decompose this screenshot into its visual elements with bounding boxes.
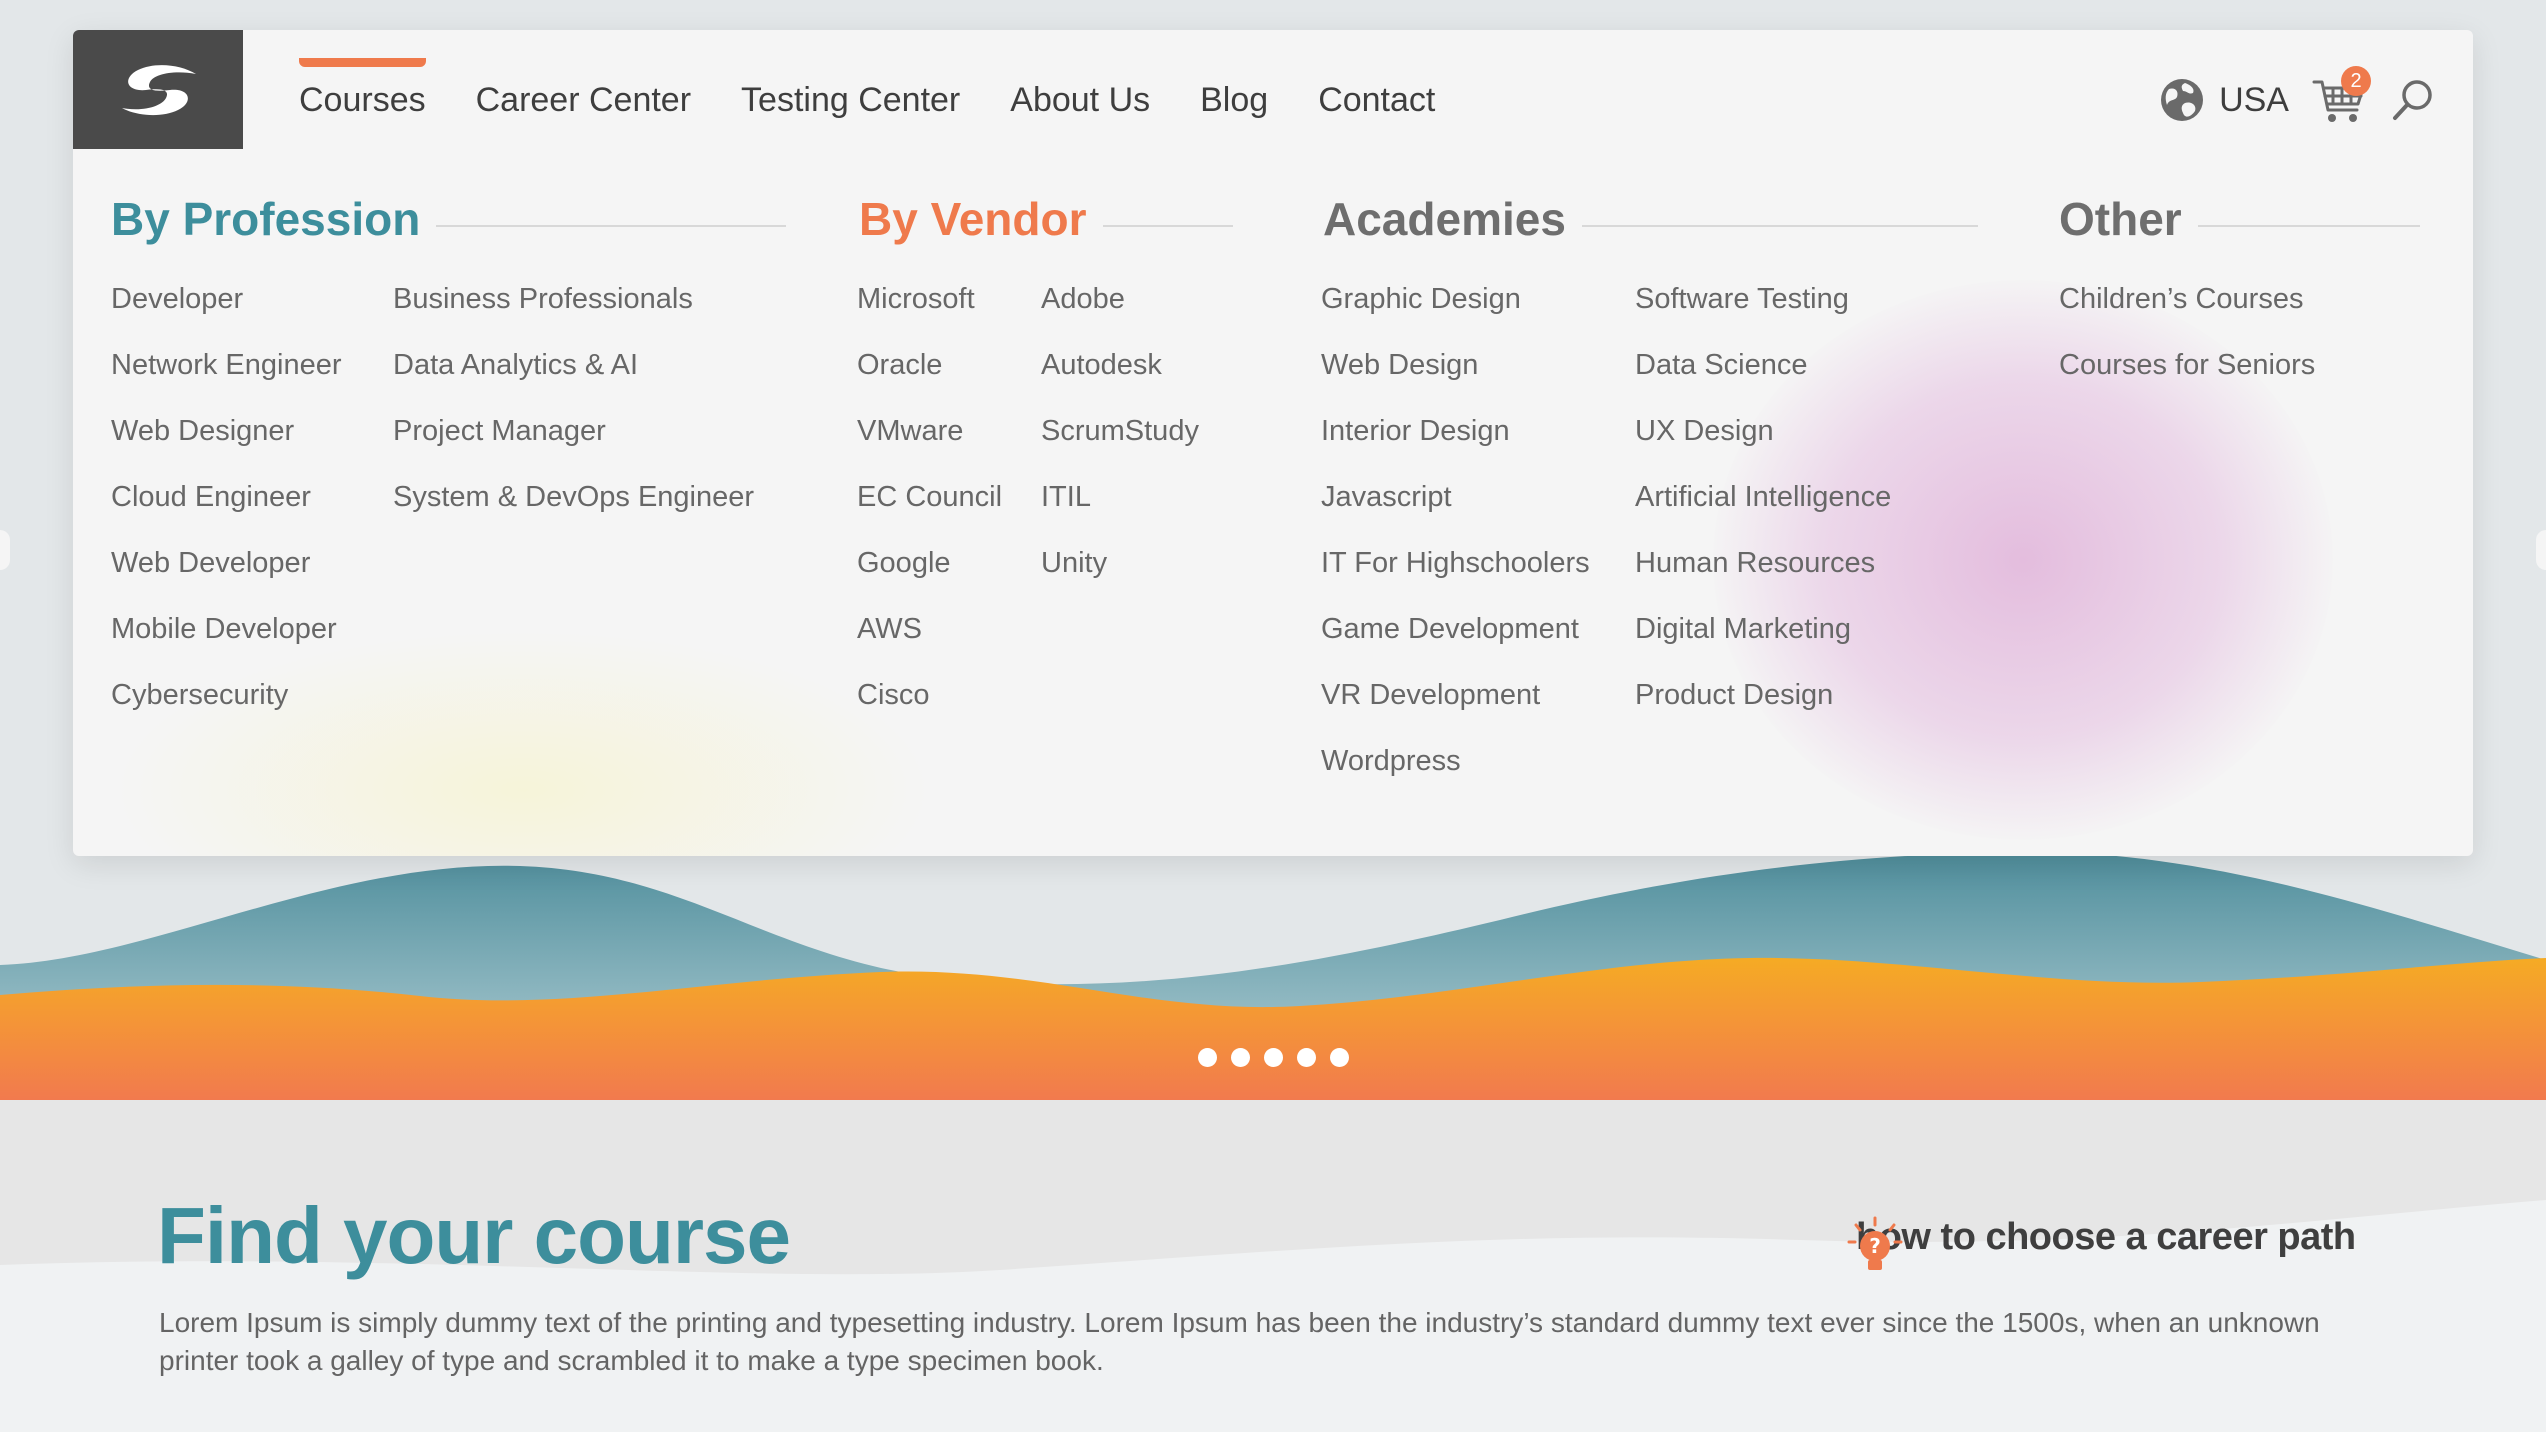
carousel-dot[interactable] [1296,1048,1316,1067]
menu-link[interactable]: Mobile Developer [111,608,342,674]
header-tools: USA 2 [2159,66,2437,132]
menu-link[interactable]: Cybersecurity [111,674,342,740]
academies-header: Academies [1323,192,1978,246]
carousel-dot[interactable] [1197,1048,1217,1067]
nav-courses[interactable]: Courses [299,58,426,130]
vendor-list-2: Adobe Autodesk ScrumStudy ITIL Unity [1041,278,1199,608]
menu-link[interactable]: Product Design [1635,674,1891,740]
other-heading: Other [2059,193,2182,245]
menu-link[interactable]: Network Engineer [111,344,342,410]
carousel-dot[interactable] [1230,1048,1250,1067]
nav-contact[interactable]: Contact [1318,70,1435,130]
career-path-label: how to choose a career path [1856,1216,2356,1258]
academies-list-2: Software Testing Data Science UX Design … [1635,278,1891,740]
logo-icon [122,64,196,115]
region-selector[interactable]: USA [2159,77,2289,123]
carousel-next-button[interactable] [2536,530,2546,570]
other-header: Other [2059,192,2420,246]
find-course-description: Lorem Ipsum is simply dummy text of the … [159,1307,2320,1376]
menu-link[interactable]: Project Manager [393,410,754,476]
menu-link[interactable]: Javascript [1321,476,1590,542]
menu-link[interactable]: Data Analytics & AI [393,344,754,410]
menu-link[interactable]: Web Developer [111,542,342,608]
search-icon [2393,80,2432,120]
heading-divider [1581,225,1978,227]
menu-link[interactable]: Digital Marketing [1635,608,1891,674]
svg-text:?: ? [1869,1234,1881,1258]
profession-header: By Profession [111,192,787,246]
academies-list-1: Graphic Design Web Design Interior Desig… [1321,278,1590,806]
menu-link[interactable]: Wordpress [1321,740,1590,806]
menu-link[interactable]: Google [857,542,1002,608]
menu-link[interactable]: Cloud Engineer [111,476,342,542]
profession-list-2: Business Professionals Data Analytics & … [393,278,754,542]
nav-testing-center[interactable]: Testing Center [741,70,960,130]
carousel-dots [0,1048,2546,1067]
carousel-dot[interactable] [1329,1048,1349,1067]
profession-list-1: Developer Network Engineer Web Designer … [111,278,342,740]
globe-icon [2161,79,2204,121]
menu-link[interactable]: Microsoft [857,278,1002,344]
menu-link[interactable]: Software Testing [1635,278,1891,344]
career-path-link[interactable]: ? how to choose a career path [1846,1216,2356,1270]
find-course-title: Find your course [157,1191,791,1280]
menu-link[interactable]: Unity [1041,542,1199,608]
nav-about-us[interactable]: About Us [1010,70,1150,130]
menu-link[interactable]: VMware [857,410,1002,476]
menu-link[interactable]: Web Design [1321,344,1590,410]
menu-link[interactable]: Web Designer [111,410,342,476]
menu-link[interactable]: EC Council [857,476,1002,542]
find-course-section: Find your course ? how to choose a caree… [0,1100,2546,1432]
mega-menu: Courses Career Center Testing Center Abo… [73,30,2473,856]
cart-count-badge: 2 [2341,66,2371,96]
menu-link[interactable]: Interior Design [1321,410,1590,476]
nav-career-center[interactable]: Career Center [476,70,691,130]
menu-link[interactable]: Children’s Courses [2059,278,2315,344]
heading-divider [1102,225,1233,227]
cart-button[interactable]: 2 [2311,66,2371,128]
menu-link[interactable]: Autodesk [1041,344,1199,410]
menu-link[interactable]: Cisco [857,674,1002,740]
heading-divider [2197,225,2420,227]
menu-link[interactable]: ScrumStudy [1041,410,1199,476]
vendor-list-1: Microsoft Oracle VMware EC Council Googl… [857,278,1002,740]
carousel-dot[interactable] [1263,1048,1283,1067]
region-label: USA [2219,80,2289,119]
menu-link[interactable]: System & DevOps Engineer [393,476,754,542]
menu-link[interactable]: Artificial Intelligence [1635,476,1891,542]
academies-heading: Academies [1323,193,1566,245]
profession-heading: By Profession [111,193,421,245]
search-button[interactable] [2389,76,2437,124]
menu-link[interactable]: IT For Highschoolers [1321,542,1590,608]
menu-link[interactable]: Business Professionals [393,278,754,344]
menu-link[interactable]: Human Resources [1635,542,1891,608]
nav-blog[interactable]: Blog [1200,70,1268,130]
main-nav: Courses Career Center Testing Center Abo… [299,58,1435,130]
menu-link[interactable]: Game Development [1321,608,1590,674]
menu-link[interactable]: Developer [111,278,342,344]
vendor-header: By Vendor [859,192,1233,246]
menu-link[interactable]: Graphic Design [1321,278,1590,344]
heading-divider [436,225,787,227]
site-logo[interactable] [73,30,243,149]
menu-link[interactable]: Adobe [1041,278,1199,344]
other-list: Children’s Courses Courses for Seniors [2059,278,2315,410]
menu-link[interactable]: Courses for Seniors [2059,344,2315,410]
menu-link[interactable]: VR Development [1321,674,1590,740]
menu-link[interactable]: Data Science [1635,344,1891,410]
carousel-prev-button[interactable] [0,530,10,570]
vendor-heading: By Vendor [859,193,1087,245]
menu-link[interactable]: Oracle [857,344,1002,410]
menu-link[interactable]: UX Design [1635,410,1891,476]
menu-link[interactable]: ITIL [1041,476,1199,542]
menu-link[interactable]: AWS [857,608,1002,674]
